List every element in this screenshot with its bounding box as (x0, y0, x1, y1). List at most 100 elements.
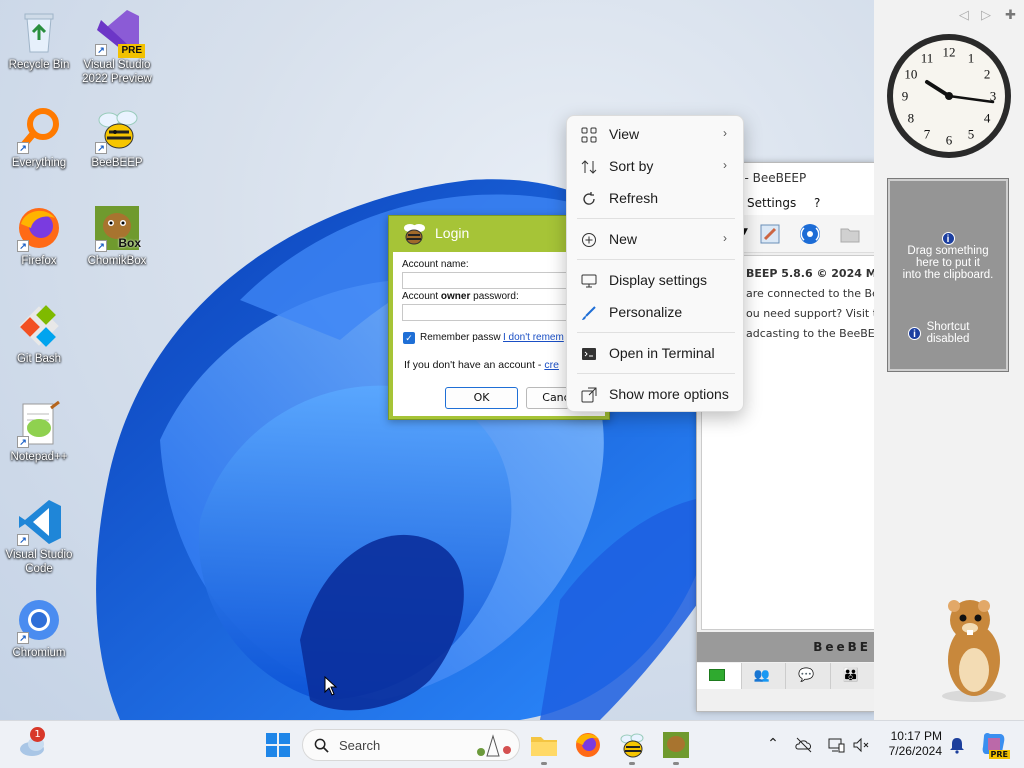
menu-item-refresh[interactable]: Refresh (571, 184, 741, 214)
forgot-password-link[interactable]: I don't remem (503, 332, 564, 343)
menu-settings[interactable]: Settings (747, 196, 796, 210)
no-account-prefix: If you don't have an account - (404, 359, 545, 371)
onedrive-offline-icon[interactable] (795, 736, 813, 754)
tab-chat[interactable] (697, 663, 742, 689)
search-placeholder: Search (339, 738, 381, 753)
desktop-icon-notepad-plus-plus[interactable]: ↗ Notepad++ (0, 400, 78, 464)
shortcut-arrow-icon: ↗ (95, 44, 107, 56)
view-grid-icon (581, 127, 597, 143)
taskbar-search-box[interactable]: Search (302, 729, 520, 761)
remember-password-checkbox[interactable]: ✓ (403, 332, 415, 344)
desktop-icon-beebeep[interactable]: ↗ BeeBEEP (78, 106, 156, 170)
shortcut-arrow-icon: ↗ (17, 436, 29, 448)
ok-button[interactable]: OK (445, 387, 518, 409)
desktop-icon-label: Firefox (21, 255, 57, 267)
desktop-icon-label: ChomikBox (87, 255, 147, 267)
folder-disabled-icon[interactable] (839, 223, 861, 245)
menu-item-label: New (609, 231, 638, 247)
menu-item-sort-by[interactable]: Sort by › (571, 152, 741, 182)
hamster-gadget[interactable] (930, 598, 1014, 704)
menu-item-label: Personalize (609, 304, 683, 320)
pre-badge: PRE (118, 44, 145, 58)
clipboard-gadget[interactable]: i Drag something here to put it into the… (888, 179, 1008, 371)
edit-profile-icon[interactable] (759, 223, 781, 245)
clock-numeral: 2 (984, 67, 991, 82)
log-version-line: BEEP 5.8.6 © 2024 Marc (746, 267, 874, 280)
notification-count-badge: 1 (30, 727, 45, 742)
next-arrow-icon[interactable]: ▷ (981, 8, 991, 23)
notification-bell-icon[interactable] (948, 736, 966, 754)
desktop-icon-label: Notepad++ (10, 451, 68, 463)
firefox-icon: ↗ (15, 204, 63, 252)
terminal-icon (582, 348, 596, 360)
chat-tab-icon (709, 669, 725, 681)
start-button[interactable] (262, 729, 294, 761)
desktop-icon-vscode[interactable]: ↗ Visual Studio Code (0, 498, 78, 576)
previous-arrow-icon[interactable]: ◁ (959, 8, 969, 23)
menu-help[interactable]: ? (814, 196, 820, 210)
clock-numeral: 5 (968, 127, 975, 142)
menu-item-open-in-terminal[interactable]: Open in Terminal (571, 339, 741, 369)
firefox-icon (576, 733, 600, 757)
desktop-icon-git-bash[interactable]: Git Bash (0, 302, 78, 366)
taskbar-chomikbox[interactable] (660, 729, 692, 765)
shortcut-arrow-icon: ↗ (95, 142, 107, 154)
box-badge: Box (118, 236, 141, 250)
clock-numeral: 10 (904, 67, 917, 82)
menu-separator (577, 373, 735, 374)
shortcut-arrow-icon: ↗ (17, 240, 29, 252)
menu-item-label: Open in Terminal (609, 345, 715, 361)
show-hidden-icons-chevron-icon[interactable]: ⌃ (764, 736, 782, 754)
copilot-button[interactable]: PRE (980, 730, 1010, 759)
chevron-right-icon: › (723, 126, 727, 140)
chomikbox-icon: Box ↗ (93, 204, 141, 252)
weather-widget[interactable]: 1 (18, 727, 48, 759)
info-icon: i (908, 327, 921, 340)
tab-messages[interactable]: 💬 (786, 663, 831, 689)
desktop-icon-everything[interactable]: ↗ Everything (0, 106, 78, 170)
desktop-icon-chromium[interactable]: ↗ Chromium (0, 596, 78, 660)
tab-groups[interactable]: 👪 (831, 663, 875, 689)
desktop-icon-recycle-bin[interactable]: Recycle Bin (0, 8, 78, 72)
menu-item-label: Sort by (609, 158, 654, 174)
log-support-text: ou need support? Visit the (746, 307, 874, 320)
add-gadget-icon[interactable]: ✚ (1005, 8, 1016, 23)
create-account-link[interactable]: cre (544, 359, 559, 371)
broadcast-icon[interactable] (799, 223, 821, 245)
search-icon (314, 738, 329, 753)
tab-users[interactable]: 👥 (742, 663, 786, 689)
chevron-right-icon: › (723, 231, 727, 245)
menu-item-personalize[interactable]: Personalize (571, 298, 741, 328)
desktop-icon-label: Everything (11, 157, 67, 169)
clock-numeral: 6 (946, 133, 953, 148)
password-label-post: password: (470, 291, 519, 302)
clock-numeral: 4 (984, 111, 991, 126)
taskbar-file-explorer[interactable] (528, 729, 560, 765)
display-icon (581, 274, 597, 288)
desktop-icon-chomikbox[interactable]: Box ↗ ChomikBox (78, 204, 156, 268)
messages-tab-icon: 💬 (798, 668, 815, 683)
shortcut-arrow-icon: ↗ (17, 142, 29, 154)
analog-clock-gadget[interactable]: 12 1234567891011 (885, 32, 1013, 160)
taskbar-clock[interactable]: 10:17 PM 7/26/2024 (880, 729, 942, 759)
menu-separator (577, 218, 735, 219)
desktop-icon-firefox[interactable]: ↗ Firefox (0, 204, 78, 268)
volume-muted-icon[interactable] (852, 736, 870, 754)
desktop-icon-visual-studio-2022[interactable]: PRE ↗ Visual Studio 2022 Preview (78, 8, 156, 86)
running-indicator (541, 762, 547, 765)
search-highlight-icon (477, 734, 511, 757)
recycle-bin-icon (15, 8, 63, 56)
bottom-tabs: 👥 💬 👪 (697, 663, 875, 689)
taskbar-beebeep[interactable] (616, 729, 648, 765)
log-connected-line: are connected to the BeeBE (746, 287, 874, 300)
running-indicator (673, 762, 679, 765)
menu-item-display-settings[interactable]: Display settings (571, 266, 741, 296)
menu-item-new[interactable]: New › (571, 225, 741, 255)
desktop-context-menu[interactable]: View › Sort by › Refresh New › Display s… (566, 115, 744, 412)
menu-item-view[interactable]: View › (571, 120, 741, 150)
menu-item-show-more-options[interactable]: Show more options (571, 380, 741, 410)
network-icon[interactable] (827, 736, 845, 754)
taskbar-firefox[interactable] (572, 729, 604, 761)
menu-separator (577, 332, 735, 333)
log-broadcast-line: adcasting to the BeeBEEP Ne (746, 327, 875, 340)
